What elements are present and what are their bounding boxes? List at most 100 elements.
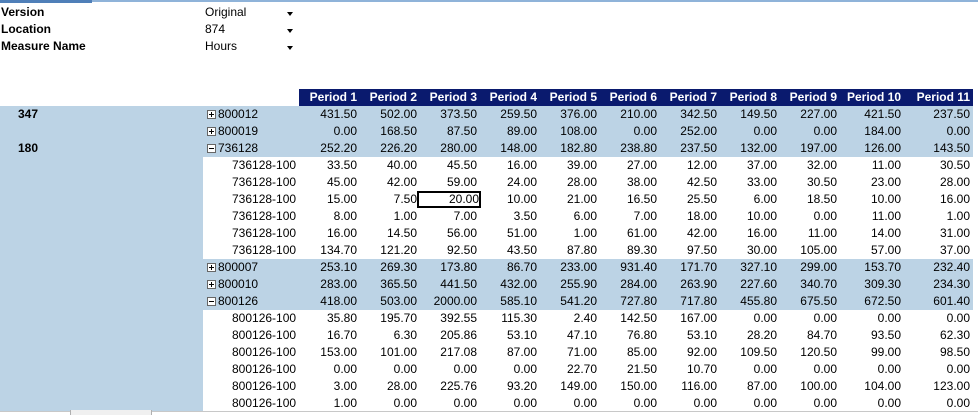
table-cell[interactable]: 62.30 bbox=[912, 327, 970, 344]
table-cell[interactable]: 1.00 bbox=[359, 208, 417, 225]
table-cell[interactable]: 210.00 bbox=[599, 106, 657, 123]
table-cell[interactable]: 16.00 bbox=[299, 225, 357, 242]
row-label[interactable]: 736128-100 bbox=[232, 174, 300, 191]
table-cell[interactable]: 1.00 bbox=[539, 225, 597, 242]
table-cell[interactable]: 0.00 bbox=[779, 310, 837, 327]
filter-value-location[interactable]: 874 bbox=[205, 22, 225, 36]
column-header-period-4[interactable]: Period 4 bbox=[479, 89, 537, 106]
table-cell[interactable]: 6.00 bbox=[719, 191, 777, 208]
table-cell[interactable]: 0.00 bbox=[299, 123, 357, 140]
table-cell[interactable]: 6.30 bbox=[359, 327, 417, 344]
table-cell[interactable]: 16.00 bbox=[912, 191, 970, 208]
table-cell[interactable]: 6.00 bbox=[539, 208, 597, 225]
table-cell[interactable]: 148.00 bbox=[479, 140, 537, 157]
table-cell[interactable]: 11.00 bbox=[843, 208, 901, 225]
table-cell[interactable]: 61.00 bbox=[599, 225, 657, 242]
table-cell[interactable]: 87.80 bbox=[539, 242, 597, 259]
table-cell[interactable]: 150.00 bbox=[599, 378, 657, 395]
table-cell[interactable]: 259.50 bbox=[479, 106, 537, 123]
table-cell[interactable]: 373.50 bbox=[419, 106, 477, 123]
table-cell[interactable]: 226.20 bbox=[359, 140, 417, 157]
table-cell[interactable]: 16.00 bbox=[719, 225, 777, 242]
table-cell[interactable]: 98.50 bbox=[912, 344, 970, 361]
table-cell[interactable]: 121.20 bbox=[359, 242, 417, 259]
table-cell[interactable]: 35.80 bbox=[299, 310, 357, 327]
table-cell[interactable]: 0.00 bbox=[912, 123, 970, 140]
row-label[interactable]: 736128-100 bbox=[232, 208, 300, 225]
table-cell[interactable]: 8.00 bbox=[299, 208, 357, 225]
table-cell[interactable]: 108.00 bbox=[539, 123, 597, 140]
table-cell[interactable]: 280.00 bbox=[419, 140, 477, 157]
row-label[interactable]: 800126-100 bbox=[232, 310, 300, 327]
table-cell[interactable]: 3.00 bbox=[299, 378, 357, 395]
table-cell[interactable]: 21.50 bbox=[599, 361, 657, 378]
table-cell[interactable]: 0.00 bbox=[599, 395, 657, 412]
table-cell[interactable]: 28.00 bbox=[912, 174, 970, 191]
table-cell[interactable]: 10.00 bbox=[843, 191, 901, 208]
table-cell[interactable]: 11.00 bbox=[843, 157, 901, 174]
table-cell[interactable]: 167.00 bbox=[659, 310, 717, 327]
table-cell[interactable]: 237.50 bbox=[659, 140, 717, 157]
table-cell[interactable]: 11.00 bbox=[779, 225, 837, 242]
table-cell[interactable]: 0.00 bbox=[479, 361, 537, 378]
table-cell[interactable]: 59.00 bbox=[419, 174, 477, 191]
table-cell[interactable]: 252.20 bbox=[299, 140, 357, 157]
table-cell[interactable]: 28.20 bbox=[719, 327, 777, 344]
table-cell[interactable]: 149.50 bbox=[719, 106, 777, 123]
table-cell[interactable]: 87.00 bbox=[479, 344, 537, 361]
expand-icon[interactable] bbox=[207, 127, 216, 136]
table-cell[interactable]: 601.40 bbox=[912, 293, 970, 310]
table-cell[interactable]: 421.50 bbox=[843, 106, 901, 123]
expand-icon[interactable] bbox=[207, 110, 216, 119]
row-label[interactable]: 736128-100 bbox=[232, 225, 300, 242]
table-cell[interactable]: 89.00 bbox=[479, 123, 537, 140]
table-cell[interactable]: 365.50 bbox=[359, 276, 417, 293]
collapse-icon[interactable] bbox=[207, 144, 216, 153]
table-cell[interactable]: 93.50 bbox=[843, 327, 901, 344]
expand-icon[interactable] bbox=[207, 280, 216, 289]
table-cell[interactable]: 45.00 bbox=[299, 174, 357, 191]
column-header-period-5[interactable]: Period 5 bbox=[539, 89, 597, 106]
selected-cell[interactable]: 20.00 bbox=[417, 191, 481, 208]
table-cell[interactable]: 37.00 bbox=[912, 242, 970, 259]
table-cell[interactable]: 27.00 bbox=[599, 157, 657, 174]
table-cell[interactable]: 205.86 bbox=[419, 327, 477, 344]
table-cell[interactable]: 1.00 bbox=[912, 208, 970, 225]
table-cell[interactable]: 32.00 bbox=[779, 157, 837, 174]
table-cell[interactable]: 104.00 bbox=[843, 378, 901, 395]
table-cell[interactable]: 53.10 bbox=[659, 327, 717, 344]
table-cell[interactable]: 115.30 bbox=[479, 310, 537, 327]
table-cell[interactable]: 392.55 bbox=[419, 310, 477, 327]
collapse-icon[interactable] bbox=[207, 297, 216, 306]
sheet-tab[interactable] bbox=[70, 410, 152, 415]
table-cell[interactable]: 16.70 bbox=[299, 327, 357, 344]
table-cell[interactable]: 14.50 bbox=[359, 225, 417, 242]
table-cell[interactable]: 76.80 bbox=[599, 327, 657, 344]
table-cell[interactable]: 10.00 bbox=[719, 208, 777, 225]
table-cell[interactable]: 120.50 bbox=[779, 344, 837, 361]
table-cell[interactable]: 342.50 bbox=[659, 106, 717, 123]
table-cell[interactable]: 0.00 bbox=[779, 123, 837, 140]
table-cell[interactable]: 45.50 bbox=[419, 157, 477, 174]
table-cell[interactable]: 2000.00 bbox=[419, 293, 477, 310]
row-label[interactable]: 736128-100 bbox=[232, 157, 300, 174]
table-cell[interactable]: 0.00 bbox=[912, 395, 970, 412]
row-label[interactable]: 736128 bbox=[218, 140, 298, 157]
table-cell[interactable]: 171.70 bbox=[659, 259, 717, 276]
table-cell[interactable]: 263.90 bbox=[659, 276, 717, 293]
row-label[interactable]: 736128-100 bbox=[232, 191, 300, 208]
table-cell[interactable]: 101.00 bbox=[359, 344, 417, 361]
table-cell[interactable]: 255.90 bbox=[539, 276, 597, 293]
column-header-period-8[interactable]: Period 8 bbox=[719, 89, 777, 106]
row-label[interactable]: 800126-100 bbox=[232, 361, 300, 378]
table-cell[interactable]: 84.70 bbox=[779, 327, 837, 344]
table-cell[interactable]: 71.00 bbox=[539, 344, 597, 361]
table-cell[interactable]: 149.00 bbox=[539, 378, 597, 395]
table-cell[interactable]: 7.00 bbox=[599, 208, 657, 225]
table-cell[interactable]: 93.20 bbox=[479, 378, 537, 395]
table-cell[interactable]: 25.50 bbox=[659, 191, 717, 208]
row-label[interactable]: 800010 bbox=[218, 276, 298, 293]
table-cell[interactable]: 0.00 bbox=[779, 361, 837, 378]
table-cell[interactable]: 340.70 bbox=[779, 276, 837, 293]
table-cell[interactable]: 309.30 bbox=[843, 276, 901, 293]
